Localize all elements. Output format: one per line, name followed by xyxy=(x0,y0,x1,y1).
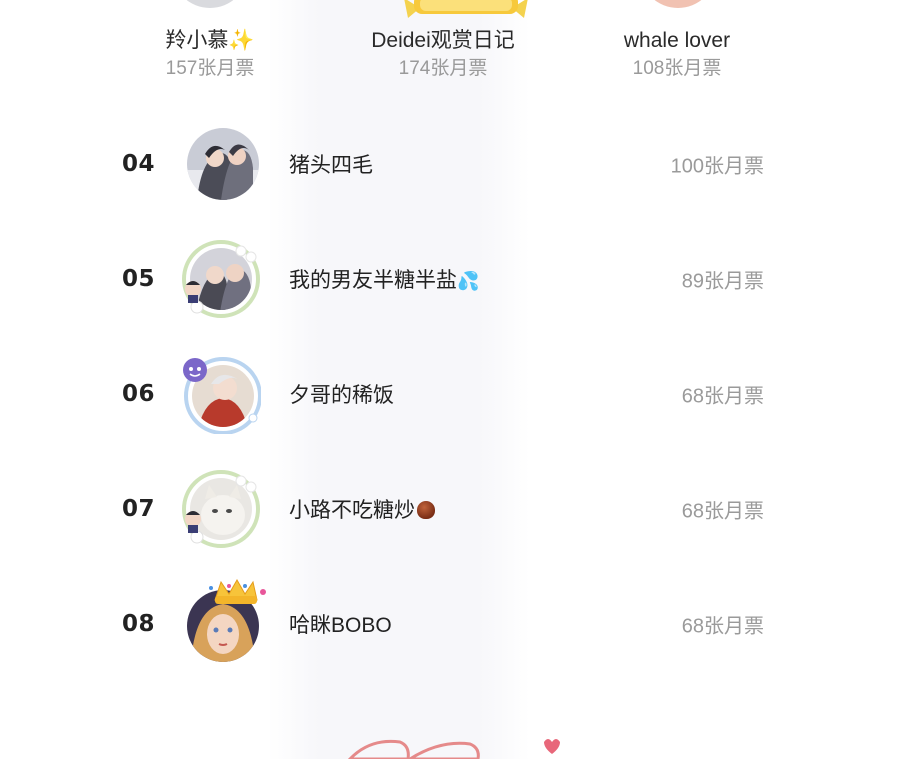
podium-votes: 108张月票 xyxy=(632,58,722,79)
rank-votes: 100张月票 xyxy=(670,155,764,178)
rank-number: 07 xyxy=(122,496,156,522)
rank-number: 05 xyxy=(122,266,156,292)
framed-character-avatar-icon[interactable] xyxy=(183,357,261,434)
rank-number: 08 xyxy=(122,611,156,637)
rank-row[interactable]: 08 哈眯BOBO 68张月票 xyxy=(0,574,900,674)
rank-votes: 68张月票 xyxy=(681,385,764,408)
rank-name: 夕哥的稀饭 xyxy=(289,384,394,407)
rank-number: 06 xyxy=(122,381,156,407)
bottom-decoration xyxy=(347,739,560,759)
podium-name: whale lover xyxy=(623,29,731,52)
rank-row[interactable]: 06 夕哥的稀饭 68张月票 xyxy=(0,344,900,444)
rank-name: 猪头四毛 xyxy=(289,154,373,177)
rank-row[interactable]: 04 猪头四毛 100张月票 xyxy=(0,114,900,214)
rank-votes: 68张月票 xyxy=(681,500,764,523)
rank-name: 我的男友半糖半盐💦 xyxy=(289,269,480,292)
podium-item-first[interactable]: Deidei观赏日记 174张月票 xyxy=(333,27,553,83)
rank-name: 小路不吃糖炒 xyxy=(289,494,435,524)
podium-item-second[interactable]: 羚小慕✨ 157张月票 xyxy=(100,27,320,83)
rank-name: 哈眯BOBO xyxy=(289,614,392,637)
crowned-avatar-icon[interactable] xyxy=(187,578,266,662)
podium-avatar-third[interactable] xyxy=(640,0,716,8)
rank-votes: 89张月票 xyxy=(681,270,764,293)
rank-number: 04 xyxy=(122,151,156,177)
sparkles-icon: ✨ xyxy=(228,29,255,52)
podium-top-three: 羚小慕✨ 157张月票 Deidei观赏日记 174张月票 whale love… xyxy=(0,0,900,95)
rank-row[interactable]: 07 小路不吃糖炒 68张月票 xyxy=(0,459,900,559)
crown-badge-icon xyxy=(404,0,528,18)
podium-name: Deidei观赏日记 xyxy=(371,29,515,52)
podium-name: 羚小慕✨ xyxy=(165,29,255,52)
framed-cat-avatar-icon[interactable] xyxy=(182,470,260,548)
podium-votes: 174张月票 xyxy=(398,58,488,79)
podium-avatar-second[interactable] xyxy=(172,0,248,8)
rank-row[interactable]: 05 我的男友半糖半盐💦 89张月票 xyxy=(0,229,900,329)
rank-votes: 68张月票 xyxy=(681,615,764,638)
sweat-droplets-icon: 💦 xyxy=(457,271,480,291)
podium-votes: 157张月票 xyxy=(165,58,255,79)
couple-avatar-icon[interactable] xyxy=(187,128,259,200)
chestnut-icon xyxy=(417,501,435,519)
framed-couple-avatar-icon[interactable] xyxy=(182,240,260,318)
podium-item-third[interactable]: whale lover 108张月票 xyxy=(567,27,787,83)
